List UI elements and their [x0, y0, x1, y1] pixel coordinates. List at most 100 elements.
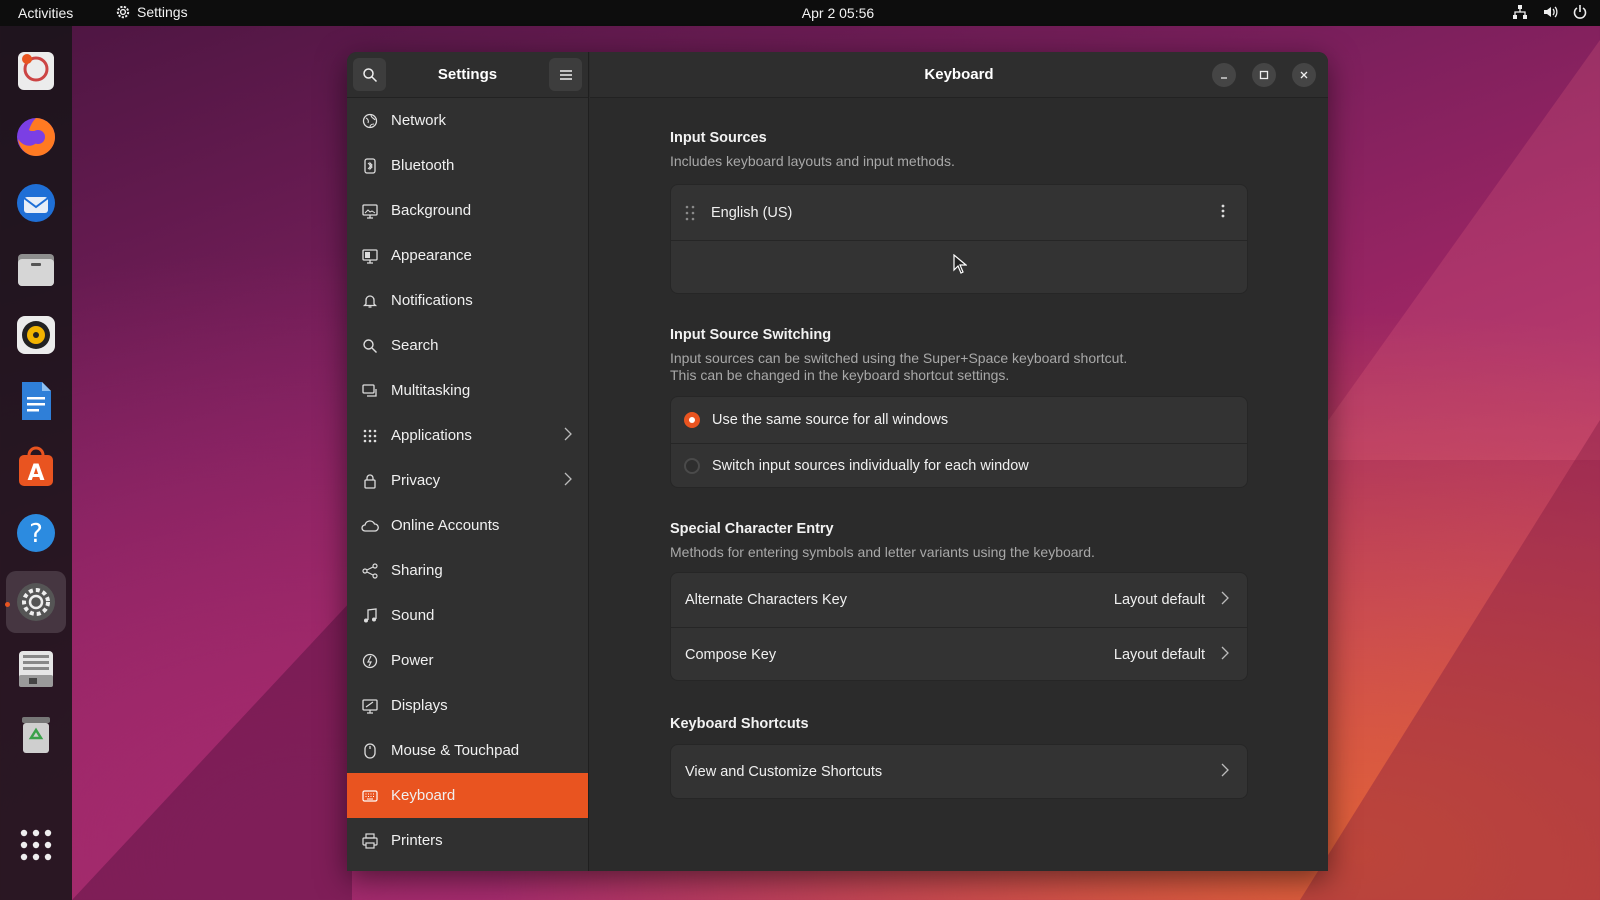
- bell-icon: [361, 292, 379, 310]
- switching-subtitle-2: This can be changed in the keyboard shor…: [670, 367, 1010, 383]
- sidebar-item-displays[interactable]: Displays: [347, 683, 588, 728]
- radio-selected[interactable]: [684, 412, 700, 428]
- radio-unselected[interactable]: [684, 458, 700, 474]
- chevron-right-icon: [1221, 646, 1229, 664]
- multitasking-icon: [361, 382, 379, 400]
- chevron-right-icon: [1221, 591, 1229, 609]
- rhythmbox-icon[interactable]: [13, 312, 59, 358]
- power-icon: [1573, 5, 1587, 19]
- more-options-icon[interactable]: [1221, 204, 1225, 218]
- alternate-characters-row[interactable]: Alternate Characters Key Layout default: [671, 573, 1247, 627]
- sidebar-item-label: Mouse & Touchpad: [391, 742, 520, 759]
- lock-icon: [361, 472, 379, 490]
- volume-icon: [1544, 6, 1558, 18]
- sidebar-item-keyboard[interactable]: Keyboard: [347, 773, 588, 818]
- sidebar-item-network[interactable]: Network: [347, 98, 588, 143]
- close-icon: [1300, 71, 1308, 79]
- sidebar-item-privacy[interactable]: Privacy: [347, 458, 588, 503]
- option-individual-source[interactable]: Switch input sources individually for ea…: [671, 443, 1247, 487]
- disk-utility-icon[interactable]: [13, 646, 59, 692]
- help-browser-icon[interactable]: [13, 48, 59, 94]
- mouse-icon: [361, 742, 379, 760]
- svg-text:A: A: [27, 461, 44, 486]
- ubuntu-software-icon[interactable]: A: [13, 444, 59, 490]
- sidebar-item-label: Search: [391, 337, 439, 354]
- thunderbird-icon[interactable]: [13, 180, 59, 226]
- sidebar-item-search[interactable]: Search: [347, 323, 588, 368]
- sidebar-item-sharing[interactable]: Sharing: [347, 548, 588, 593]
- sidebar-item-label: Online Accounts: [391, 517, 500, 534]
- input-sources-list: English (US): [670, 184, 1248, 294]
- shortcuts-title: Keyboard Shortcuts: [670, 716, 809, 732]
- switching-subtitle-1: Input sources can be switched using the …: [670, 350, 1128, 366]
- sidebar-item-label: Printers: [391, 832, 443, 849]
- system-tray[interactable]: [1512, 4, 1588, 20]
- special-options: Alternate Characters Key Layout default …: [670, 572, 1248, 681]
- sidebar-item-notifications[interactable]: Notifications: [347, 278, 588, 323]
- sidebar-item-mouse-touchpad[interactable]: Mouse & Touchpad: [347, 728, 588, 773]
- minimize-icon: [1221, 77, 1227, 79]
- alternate-characters-label: Alternate Characters Key: [685, 592, 847, 608]
- sidebar-item-power[interactable]: Power: [347, 638, 588, 683]
- settings-dock-icon[interactable]: [6, 571, 66, 633]
- files-icon[interactable]: [13, 246, 59, 292]
- search-icon: [362, 67, 377, 82]
- grid-icon: [361, 427, 379, 445]
- sidebar-item-label: Appearance: [391, 247, 472, 264]
- sidebar-item-applications[interactable]: Applications: [347, 413, 588, 458]
- firefox-icon[interactable]: [13, 114, 59, 160]
- switching-title: Input Source Switching: [670, 327, 832, 343]
- sidebar-item-label: Bluetooth: [391, 157, 455, 174]
- sidebar-item-printers[interactable]: Printers: [347, 818, 588, 863]
- compose-key-label: Compose Key: [685, 646, 777, 663]
- clock[interactable]: Apr 2 05:56: [0, 5, 1600, 21]
- sidebar-item-multitasking[interactable]: Multitasking: [347, 368, 588, 413]
- bluetooth-icon: [361, 157, 379, 175]
- svg-text:?: ?: [29, 519, 43, 549]
- view-shortcuts-row[interactable]: View and Customize Shortcuts: [671, 745, 1247, 798]
- sidebar-item-label: Applications: [391, 427, 472, 444]
- sidebar: Settings Network Bluetooth Background Ap…: [347, 52, 589, 871]
- chevron-right-icon: [1221, 763, 1229, 781]
- sidebar-item-background[interactable]: Background: [347, 188, 588, 233]
- hamburger-icon: [559, 69, 572, 80]
- close-button[interactable]: [1292, 63, 1316, 87]
- settings-window: Settings Network Bluetooth Background Ap…: [347, 52, 1328, 871]
- input-source-label: English (US): [711, 204, 793, 221]
- sidebar-item-sound[interactable]: Sound: [347, 593, 588, 638]
- help-icon[interactable]: ?: [13, 510, 59, 556]
- chevron-right-icon: [564, 472, 572, 490]
- view-shortcuts-label: View and Customize Shortcuts: [685, 763, 883, 780]
- libreoffice-writer-icon[interactable]: [13, 378, 59, 424]
- keyboard-icon: [361, 787, 379, 805]
- menu-button[interactable]: [549, 58, 582, 91]
- sidebar-item-online-accounts[interactable]: Online Accounts: [347, 503, 588, 548]
- sidebar-item-label: Keyboard: [391, 787, 456, 804]
- sidebar-item-label: Sharing: [391, 562, 443, 579]
- sidebar-item-label: Network: [391, 112, 447, 129]
- sidebar-item-bluetooth[interactable]: Bluetooth: [347, 143, 588, 188]
- drag-handle-icon[interactable]: [685, 205, 695, 221]
- top-bar: Activities Settings Apr 2 05:56: [0, 0, 1600, 26]
- show-applications-icon[interactable]: [13, 822, 59, 868]
- trash-icon[interactable]: [13, 712, 59, 758]
- special-subtitle: Methods for entering symbols and letter …: [670, 544, 1095, 560]
- sidebar-item-label: Power: [391, 652, 434, 669]
- main-header: Keyboard: [590, 52, 1328, 98]
- maximize-button[interactable]: [1252, 63, 1276, 87]
- search-button[interactable]: [353, 58, 386, 91]
- sidebar-title: Settings: [437, 66, 498, 83]
- sidebar-item-appearance[interactable]: Appearance: [347, 233, 588, 278]
- compose-key-row[interactable]: Compose Key Layout default: [671, 627, 1247, 680]
- display-icon: [361, 697, 379, 715]
- maximize-icon: [1259, 70, 1269, 80]
- sidebar-header: Settings: [347, 52, 588, 98]
- cloud-icon: [361, 517, 379, 535]
- minimize-button[interactable]: [1212, 63, 1236, 87]
- option-same-source[interactable]: Use the same source for all windows: [671, 397, 1247, 443]
- input-source-row[interactable]: English (US): [671, 185, 1247, 240]
- alternate-characters-value: Layout default: [1113, 592, 1205, 608]
- chevron-right-icon: [564, 427, 572, 445]
- search-icon: [361, 337, 379, 355]
- mouse-cursor-icon: [953, 254, 967, 274]
